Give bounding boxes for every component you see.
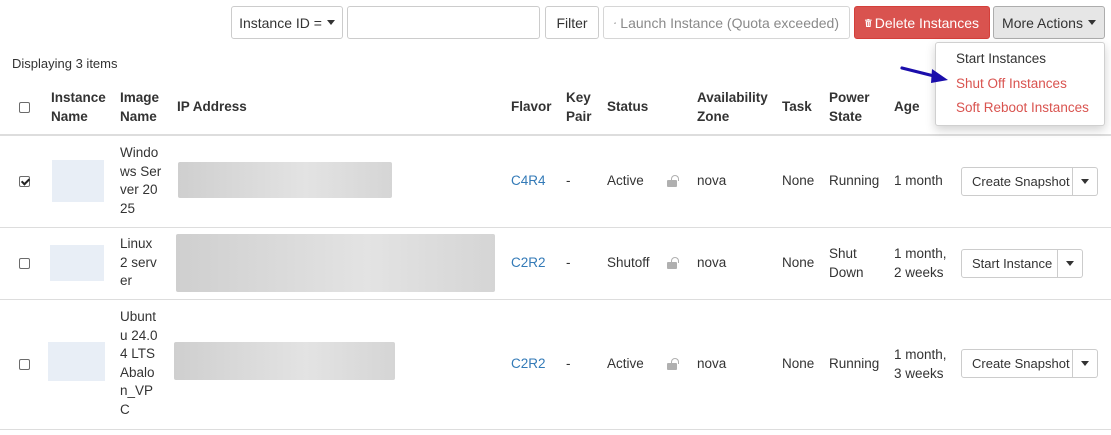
row-checkbox[interactable]	[19, 258, 30, 269]
header-power-state[interactable]: Power State	[829, 89, 870, 126]
filter-field-label: Instance ID =	[239, 14, 322, 31]
items-count: Displaying 3 items	[12, 56, 118, 71]
image-name: Linux 2 serv er	[120, 236, 157, 288]
ip-address-redacted	[176, 234, 495, 292]
image-name: Windo ws Ser ver 20 25	[120, 145, 162, 216]
chevron-down-icon	[326, 20, 335, 25]
select-all-checkbox[interactable]	[19, 102, 30, 113]
key-pair: -	[566, 356, 571, 371]
more-actions-label: More Actions	[1002, 14, 1083, 31]
delete-instances-button[interactable]: Delete Instances	[854, 6, 990, 39]
create-snapshot-button[interactable]: Create Snapshot	[961, 167, 1073, 196]
instance-name-redacted[interactable]	[52, 160, 104, 202]
key-pair: -	[566, 255, 571, 270]
row-divider	[0, 299, 1111, 300]
status-text: Shutoff	[607, 255, 650, 270]
header-flavor[interactable]: Flavor	[511, 98, 552, 117]
availability-zone: nova	[697, 255, 727, 270]
launch-instance-button[interactable]: Launch Instance (Quota exceeded)	[603, 6, 850, 39]
delete-instances-label: Delete Instances	[874, 14, 979, 31]
create-snapshot-button[interactable]: Create Snapshot	[961, 349, 1073, 378]
chevron-down-icon	[1081, 179, 1089, 184]
task: None	[782, 173, 815, 188]
row-divider	[0, 227, 1111, 228]
filter-field-select[interactable]: Instance ID =	[231, 6, 343, 39]
lock-icon[interactable]	[667, 257, 679, 269]
more-actions-menu: Start Instances Shut Off Instances Soft …	[935, 42, 1105, 126]
row-action-group: Start Instance	[961, 249, 1083, 278]
lock-icon[interactable]	[667, 358, 679, 370]
row-action-group: Create Snapshot	[961, 349, 1098, 378]
flavor-link[interactable]: C2R2	[511, 254, 546, 273]
image-name: Ubunt u 24.0 4 LTS Abalo n_VP C	[120, 309, 158, 417]
header-ip-address[interactable]: IP Address	[177, 98, 247, 117]
task: None	[782, 356, 815, 371]
age: 1 month, 3 weeks	[894, 347, 947, 381]
row-divider	[0, 429, 1111, 430]
flavor-link[interactable]: C4R4	[511, 172, 546, 191]
row-checkbox[interactable]	[19, 176, 30, 187]
header-age[interactable]: Age	[894, 98, 920, 117]
header-task[interactable]: Task	[782, 98, 812, 117]
header-image-name[interactable]: Image Name	[120, 89, 159, 126]
header-status[interactable]: Status	[607, 98, 648, 117]
header-divider	[0, 134, 1111, 136]
cloud-upload-icon	[614, 21, 617, 24]
chevron-down-icon	[1081, 361, 1089, 366]
header-key-pair[interactable]: Key Pair	[566, 89, 592, 126]
arrow-icon	[900, 66, 948, 83]
age: 1 month	[894, 173, 943, 188]
row-actions-toggle[interactable]	[1073, 349, 1098, 378]
menu-item-shut-off-instances[interactable]: Shut Off Instances	[936, 74, 1104, 99]
filter-input[interactable]	[347, 6, 540, 39]
start-instance-button[interactable]: Start Instance	[961, 249, 1058, 278]
row-checkbox[interactable]	[19, 359, 30, 370]
flavor-link[interactable]: C2R2	[511, 355, 546, 374]
power-state: Shut Down	[829, 246, 864, 280]
more-actions-button[interactable]: More Actions	[993, 6, 1105, 39]
chevron-down-icon	[1066, 261, 1074, 266]
availability-zone: nova	[697, 356, 727, 371]
ip-address-redacted	[174, 342, 395, 380]
row-action-group: Create Snapshot	[961, 167, 1098, 196]
trash-icon	[865, 18, 872, 27]
header-instance-name[interactable]: Instance Name	[51, 89, 106, 126]
key-pair: -	[566, 173, 571, 188]
status-text: Active	[607, 356, 644, 371]
menu-item-soft-reboot-instances[interactable]: Soft Reboot Instances	[936, 98, 1104, 123]
chevron-down-icon	[1087, 20, 1096, 25]
task: None	[782, 255, 815, 270]
header-availability-zone[interactable]: Availability Zone	[697, 89, 768, 126]
ip-address-redacted	[178, 162, 392, 198]
availability-zone: nova	[697, 173, 727, 188]
power-state: Running	[829, 356, 880, 371]
row-actions-toggle[interactable]	[1073, 167, 1098, 196]
menu-item-start-instances[interactable]: Start Instances	[936, 49, 1104, 74]
launch-instance-label: Launch Instance (Quota exceeded)	[620, 14, 839, 31]
lock-icon[interactable]	[667, 175, 679, 187]
instance-name-redacted[interactable]	[50, 245, 104, 281]
filter-button[interactable]: Filter	[545, 6, 599, 39]
status-text: Active	[607, 173, 644, 188]
instance-name-redacted[interactable]	[48, 342, 105, 381]
row-actions-toggle[interactable]	[1058, 249, 1083, 278]
age: 1 month, 2 weeks	[894, 246, 947, 280]
power-state: Running	[829, 173, 880, 188]
